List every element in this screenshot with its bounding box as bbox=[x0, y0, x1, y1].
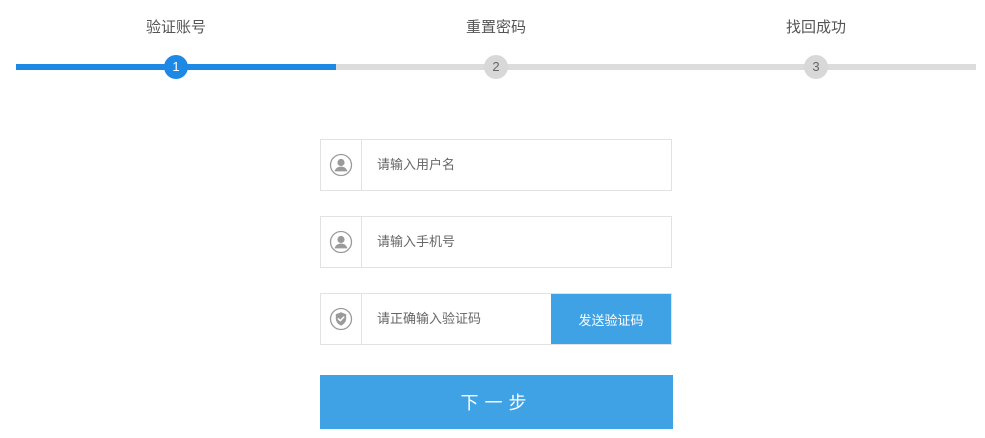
user-icon bbox=[329, 230, 353, 254]
verification-code-input[interactable] bbox=[363, 294, 551, 344]
code-field-group: 发送验证码 bbox=[320, 293, 672, 345]
step-progress: 验证账号 重置密码 找回成功 1 2 3 bbox=[16, 0, 976, 90]
step-3-badge: 3 bbox=[804, 55, 828, 79]
phone-icon-cell bbox=[321, 217, 362, 267]
next-step-button[interactable]: 下一步 bbox=[320, 375, 673, 429]
phone-field-group bbox=[320, 216, 672, 268]
username-field-group bbox=[320, 139, 672, 191]
step-2-badge: 2 bbox=[484, 55, 508, 79]
username-icon-cell bbox=[321, 140, 362, 190]
step-1-label: 验证账号 bbox=[145, 18, 206, 36]
send-code-button[interactable]: 发送验证码 bbox=[551, 294, 671, 344]
shield-check-icon bbox=[329, 307, 353, 331]
user-icon bbox=[329, 153, 353, 177]
phone-input[interactable] bbox=[363, 217, 669, 267]
step-3-label: 找回成功 bbox=[785, 18, 846, 36]
code-icon-cell bbox=[321, 294, 362, 344]
step-1-badge: 1 bbox=[164, 55, 188, 79]
username-input[interactable] bbox=[363, 140, 669, 190]
step-2-label: 重置密码 bbox=[465, 18, 526, 36]
